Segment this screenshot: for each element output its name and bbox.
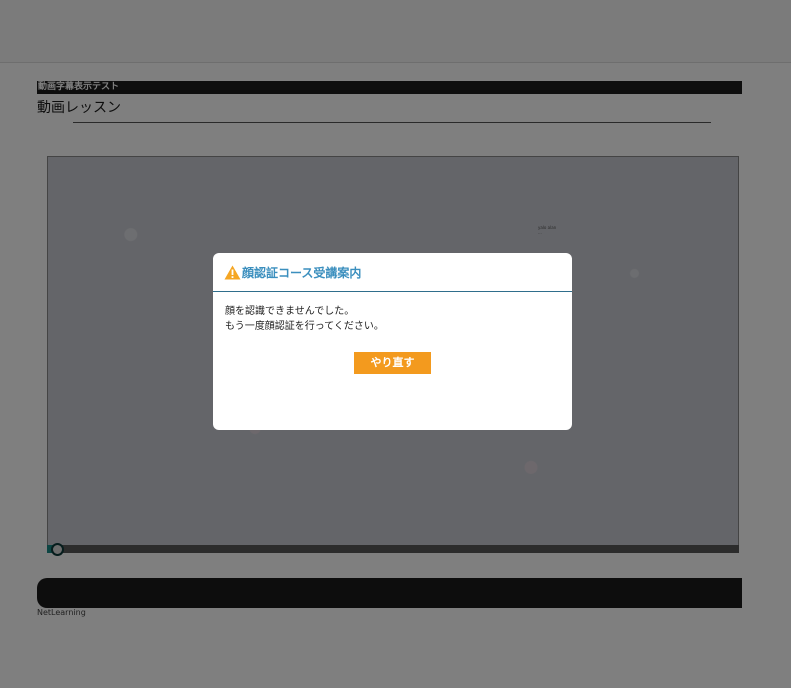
dialog-title: 顔認証コース受講案内: [242, 265, 362, 280]
dialog-message-line: 顔を認識できませんでした。: [225, 306, 355, 317]
dialog-message: 顔を認識できませんでした。 もう一度顔認証を行ってください。: [225, 304, 384, 334]
dialog-header: 顔認証コース受講案内: [213, 253, 572, 292]
warning-triangle-icon: [224, 265, 241, 280]
dialog-message-line: もう一度顔認証を行ってください。: [225, 321, 384, 332]
retry-button[interactable]: やり直す: [354, 352, 431, 374]
face-auth-dialog: 顔認証コース受講案内 顔を認識できませんでした。 もう一度顔認証を行ってください…: [213, 253, 572, 430]
